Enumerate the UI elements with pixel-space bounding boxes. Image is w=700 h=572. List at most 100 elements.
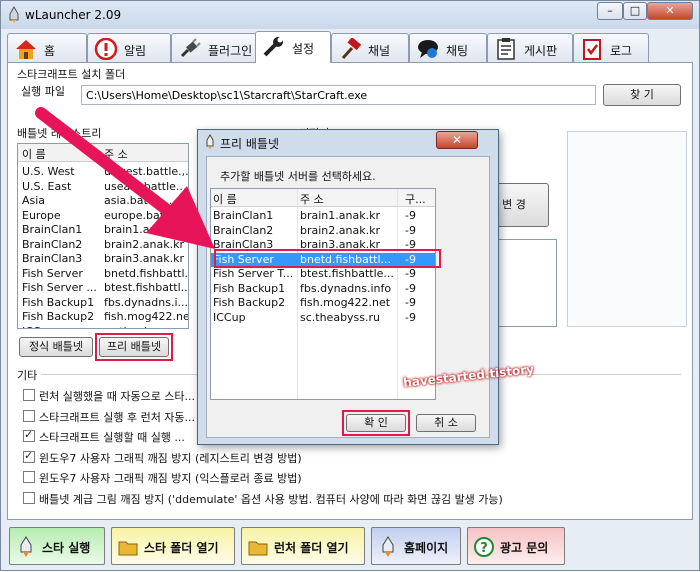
clipboard-icon	[497, 38, 515, 60]
option-label: 배틀넷 계급 그림 깨짐 방지 ('ddemulate' 옵션 사용 방법. 컴…	[39, 492, 503, 506]
battlenet-list-item[interactable]: U.S. East useast.battle...	[18, 180, 188, 195]
server-name: Asia	[22, 194, 46, 207]
server-name: ICCup	[213, 310, 246, 324]
battlenet-list-item[interactable]: Fish Backup1 fbs.dynadns.i...	[18, 296, 188, 311]
tab-channels[interactable]: 채널	[331, 33, 409, 63]
wrench-icon	[263, 37, 283, 57]
server-list-item[interactable]: BrainClan1 brain1.anak.kr -9	[211, 209, 435, 224]
option-checkbox[interactable]	[23, 449, 35, 463]
server-address: brain3.anak.kr	[104, 252, 184, 265]
server-name: Fish Backup2	[213, 296, 286, 309]
option-checkbox[interactable]	[23, 389, 35, 401]
server-address: asia.battle...	[104, 194, 173, 207]
server-name: BrainClan1	[22, 223, 83, 236]
server-address: uswest.battle.,...	[104, 165, 188, 178]
server-address: brain2.anak.kr	[300, 223, 380, 237]
battlenet-list-item[interactable]: ICCup sc.theabyss...	[18, 325, 188, 329]
option-checkbox[interactable]	[23, 409, 35, 422]
tab-chat[interactable]: 채팅	[409, 33, 487, 63]
question-icon: ?	[474, 537, 494, 557]
tab-log[interactable]: 로그	[573, 33, 649, 63]
right-panel-box	[567, 131, 687, 327]
dialog-title: 프리 배틀넷	[220, 137, 280, 151]
server-address: brain1.anak.kr	[104, 223, 184, 236]
battlenet-list-item[interactable]: U.S. West uswest.battle.,...	[18, 165, 188, 180]
server-list-header: 이 름 주 소 구...	[211, 189, 435, 207]
start-starcraft-button[interactable]: 스타 실행	[9, 527, 105, 565]
option-checkbox[interactable]	[23, 491, 35, 504]
tab-settings[interactable]: 설정	[255, 31, 331, 63]
app-window: wLauncher 2.09 – □ ✕ 홈 알림 플러그인 설정 채널 채팅	[0, 0, 700, 571]
server-ping: -9	[405, 281, 416, 295]
server-address: bnetd.fishbattl...	[104, 266, 188, 280]
official-battlenet-button[interactable]: 정식 배틀넷	[19, 337, 93, 357]
battlenet-list-item[interactable]: Europe europe.battle...	[18, 209, 188, 224]
home-icon	[16, 40, 36, 59]
server-name: Europe	[22, 208, 61, 222]
battlenet-list-item[interactable]: Fish Server ... btest.fishbattl...	[18, 281, 188, 296]
homepage-button[interactable]: 홈페이지	[371, 527, 461, 565]
maximize-button[interactable]: □	[623, 2, 647, 20]
option-label: 런처 실행했을 때 자동으로 스타...	[39, 390, 196, 403]
server-list-item[interactable]: ICCup sc.theabyss.ru -9	[211, 311, 435, 326]
server-ping: -9	[405, 209, 416, 222]
server-address: btest.fishbattl...	[104, 281, 188, 294]
battlenet-list-item[interactable]: BrainClan1 brain1.anak.kr	[18, 223, 188, 238]
server-ping: -9	[405, 267, 416, 280]
server-address: brain1.anak.kr	[300, 209, 380, 222]
title-bar: wLauncher 2.09 – □ ✕	[1, 1, 699, 29]
tab-alerts[interactable]: 알림	[87, 33, 171, 63]
battlenet-list-header: 이 름 주 소	[18, 144, 188, 162]
option-label: 윈도우7 사용자 그래픽 깨짐 방지 (레지스트리 변경 방법)	[39, 451, 302, 465]
hammer-icon	[341, 38, 362, 60]
tab-plugins[interactable]: 플러그인	[171, 33, 257, 63]
free-battlenet-highlight	[95, 333, 173, 361]
ok-button[interactable]: 확 인	[346, 414, 406, 432]
free-battlenet-dialog: 프리 배틀넷 ✕ 추가할 배틀넷 서버를 선택하세요. 이 름 주 소 구...…	[197, 129, 499, 445]
alert-icon	[94, 38, 118, 60]
server-list: 이 름 주 소 구... BrainClan1 brain1.anak.kr -9 B…	[210, 188, 436, 400]
server-name: ICCup	[22, 325, 55, 329]
tab-bar: 홈 알림 플러그인 설정 채널 채팅 게시판 로그	[7, 31, 693, 63]
chat-icon	[418, 40, 438, 58]
battlenet-list-item[interactable]: Fish Backup2 fish.mog422.net	[18, 310, 188, 325]
ad-inquiry-button[interactable]: ? 광고 문의	[467, 527, 565, 565]
server-list-item[interactable]: BrainClan2 brain2.anak.kr -9	[211, 224, 435, 239]
server-list-item[interactable]: Fish Backup2 fish.mog422.net -9	[211, 296, 435, 311]
open-starcraft-folder-button[interactable]: 스타 폴더 열기	[111, 527, 235, 565]
selected-row-highlight	[214, 249, 441, 268]
cancel-button[interactable]: 취 소	[416, 414, 476, 432]
option-checkbox[interactable]	[23, 471, 35, 483]
dialog-close-button[interactable]: ✕	[436, 131, 478, 149]
footer-bar: 스타 실행 스타 폴더 열기 런처 폴더 열기 홈페이지 ? 광고 문의	[7, 525, 693, 567]
battlenet-list-item[interactable]: Asia asia.battle...	[18, 194, 188, 209]
minimize-button[interactable]: –	[597, 2, 623, 20]
open-launcher-folder-button[interactable]: 런처 폴더 열기	[241, 527, 365, 565]
server-name: Fish Server T...	[213, 267, 294, 280]
server-name: U.S. East	[22, 179, 72, 193]
option-label: 윈도우7 사용자 그래픽 깨짐 방지 (익스플로러 종료 방법)	[39, 472, 302, 485]
server-name: Fish Server	[22, 266, 83, 280]
server-list-item[interactable]: Fish Backup1 fbs.dynadns.info -9	[211, 282, 435, 297]
battlenet-list-item[interactable]: BrainClan3 brain3.anak.kr	[18, 252, 188, 267]
battlenet-list-item[interactable]: Fish Server bnetd.fishbattl...	[18, 267, 188, 282]
battlenet-list-item[interactable]: BrainClan2 brain2.anak.kr	[18, 238, 188, 253]
server-ping: -9	[405, 296, 416, 309]
server-list-item[interactable]: Fish Server T... btest.fishbattle... -9	[211, 267, 435, 282]
server-address: sc.theabyss.ru	[300, 310, 381, 324]
tab-home[interactable]: 홈	[7, 33, 87, 63]
option-checkbox[interactable]	[23, 428, 35, 442]
server-address: brain2.anak.kr	[104, 237, 184, 251]
find-button[interactable]: 찾 기	[603, 84, 681, 106]
window-title: wLauncher 2.09	[25, 8, 122, 22]
tab-board[interactable]: 게시판	[487, 33, 573, 63]
exe-label: 실행 파일	[21, 85, 65, 98]
battlenet-list: 이 름 주 소 U.S. West uswest.battle.,... U.S. …	[17, 143, 189, 329]
server-ping: -9	[405, 223, 416, 237]
server-address: fbs.dynadns.info	[300, 281, 392, 295]
close-button[interactable]: ✕	[647, 2, 693, 20]
starcraft-path-input[interactable]	[81, 85, 596, 105]
dialog-prompt: 추가할 배틀넷 서버를 선택하세요.	[220, 170, 376, 183]
server-name: U.S. West	[22, 165, 75, 178]
server-name: BrainClan2	[22, 237, 83, 251]
